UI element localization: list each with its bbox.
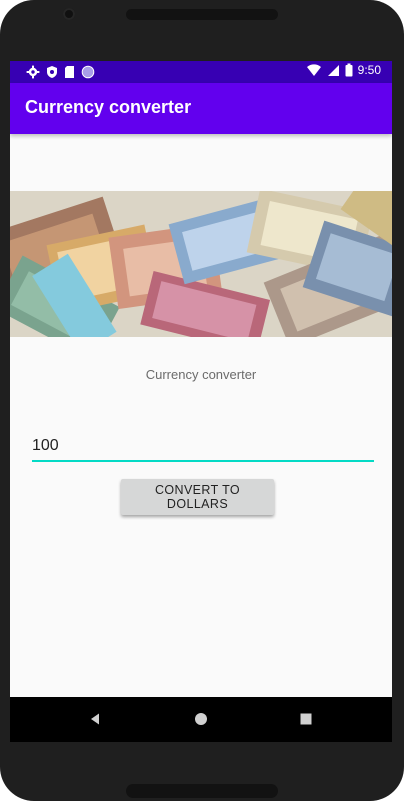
back-icon[interactable] bbox=[81, 705, 109, 733]
app-bar: Currency converter bbox=[10, 83, 392, 134]
status-time: 9:50 bbox=[357, 63, 381, 77]
amount-field-wrapper bbox=[32, 432, 374, 464]
banknotes-illustration bbox=[10, 191, 392, 337]
front-camera bbox=[63, 8, 75, 20]
sd-card-icon bbox=[65, 66, 74, 78]
app-title: Currency converter bbox=[25, 97, 192, 117]
signal-icon bbox=[327, 65, 339, 76]
screen: 9:50 Currency converter Currency convert… bbox=[10, 61, 392, 742]
earpiece-speaker bbox=[126, 9, 278, 20]
circle-icon bbox=[81, 65, 95, 79]
convert-to-dollars-button[interactable]: CONVERT TO DOLLARS bbox=[121, 479, 274, 515]
navigation-bar bbox=[10, 697, 392, 742]
status-icons-left bbox=[26, 65, 95, 79]
recents-icon[interactable] bbox=[292, 705, 320, 733]
status-icons-right: 9:50 bbox=[306, 63, 381, 77]
battery-icon bbox=[345, 63, 353, 77]
home-icon[interactable] bbox=[187, 705, 215, 733]
status-bar: 9:50 bbox=[10, 61, 392, 83]
gear-icon bbox=[26, 65, 40, 79]
amount-input[interactable] bbox=[32, 432, 374, 462]
bottom-speaker bbox=[126, 784, 278, 798]
caption-label: Currency converter bbox=[145, 367, 257, 382]
device-frame: 9:50 Currency converter Currency convert… bbox=[0, 0, 404, 801]
currency-banner-image bbox=[10, 191, 392, 337]
wifi-icon bbox=[306, 64, 321, 76]
shield-icon bbox=[47, 66, 57, 78]
